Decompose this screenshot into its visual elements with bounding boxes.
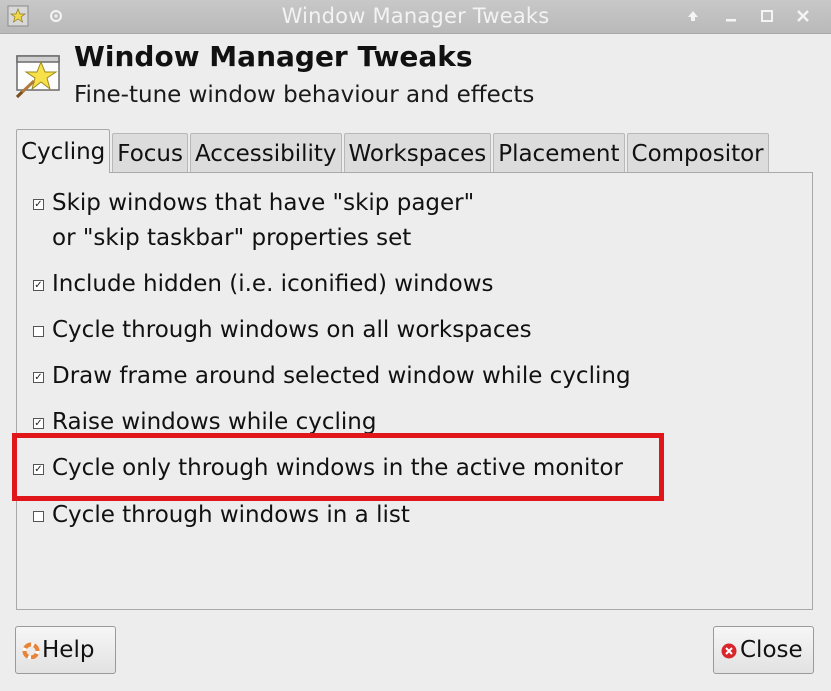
tab-cycling[interactable]: Cycling xyxy=(16,129,111,173)
help-button[interactable]: Help xyxy=(15,626,116,674)
window-title: Window Manager Tweaks xyxy=(281,4,550,28)
lifebuoy-icon xyxy=(22,641,40,659)
option-label: Include hidden (i.e. iconified) windows xyxy=(52,271,494,297)
tab-accessibility[interactable]: Accessibility xyxy=(189,133,342,173)
option-label: Cycle only through windows in the active… xyxy=(52,455,623,481)
close-window-button[interactable] xyxy=(790,4,816,28)
option-label: Cycle through windows on all workspaces xyxy=(52,317,532,343)
dialog-heading: Window Manager Tweaks xyxy=(74,40,473,73)
option-label-line2: or "skip taskbar" properties set xyxy=(52,225,412,251)
option-label: Skip windows that have "skip pager" xyxy=(52,190,475,216)
checkbox-active-monitor[interactable]: ✓ xyxy=(33,464,44,475)
close-button[interactable]: Close xyxy=(713,626,814,674)
maximize-icon xyxy=(761,10,773,22)
checkbox-cycle-list[interactable] xyxy=(33,511,44,522)
close-button-label: Close xyxy=(740,637,803,663)
minimize-button[interactable] xyxy=(718,4,744,28)
tab-workspaces[interactable]: Workspaces xyxy=(343,133,492,173)
tab-strip: Cycling Focus Accessibility Workspaces P… xyxy=(16,129,771,173)
help-button-label: Help xyxy=(42,637,95,663)
tab-placement[interactable]: Placement xyxy=(493,133,625,173)
option-cycle-list[interactable]: Cycle through windows in a list xyxy=(33,498,410,533)
star-wand-icon xyxy=(14,50,64,100)
tab-compositor[interactable]: Compositor xyxy=(626,133,769,173)
minimize-icon xyxy=(726,19,736,22)
maximize-button[interactable] xyxy=(754,4,780,28)
option-include-hidden[interactable]: ✓ Include hidden (i.e. iconified) window… xyxy=(33,267,494,302)
window-manager-tweaks-dialog: Window Manager Tweaks Window Manager Twe… xyxy=(0,0,831,691)
checkbox-raise-windows[interactable]: ✓ xyxy=(33,418,44,429)
option-draw-frame[interactable]: ✓ Draw frame around selected window whil… xyxy=(33,359,631,394)
arrow-up-icon xyxy=(688,11,698,21)
shade-button[interactable] xyxy=(680,4,706,28)
option-label: Cycle through windows in a list xyxy=(52,502,410,528)
option-label: Draw frame around selected window while … xyxy=(52,363,631,389)
close-circle-icon xyxy=(720,641,738,659)
option-active-monitor[interactable]: ✓ Cycle only through windows in the acti… xyxy=(33,451,623,486)
option-raise-windows[interactable]: ✓ Raise windows while cycling xyxy=(33,405,376,440)
option-skip-pager[interactable]: ✓ Skip windows that have "skip pager" or… xyxy=(33,186,474,256)
dialog-subheading: Fine-tune window behaviour and effects xyxy=(74,82,535,108)
close-icon xyxy=(797,10,809,22)
tab-focus[interactable]: Focus xyxy=(112,133,188,173)
option-label: Raise windows while cycling xyxy=(52,409,377,435)
checkbox-draw-frame[interactable]: ✓ xyxy=(33,372,44,383)
title-bar[interactable]: Window Manager Tweaks xyxy=(0,0,831,34)
checkbox-all-workspaces[interactable] xyxy=(33,326,44,337)
checkbox-skip-pager[interactable]: ✓ xyxy=(33,199,44,210)
option-all-workspaces[interactable]: Cycle through windows on all workspaces xyxy=(33,313,532,348)
checkbox-include-hidden[interactable]: ✓ xyxy=(33,280,44,291)
